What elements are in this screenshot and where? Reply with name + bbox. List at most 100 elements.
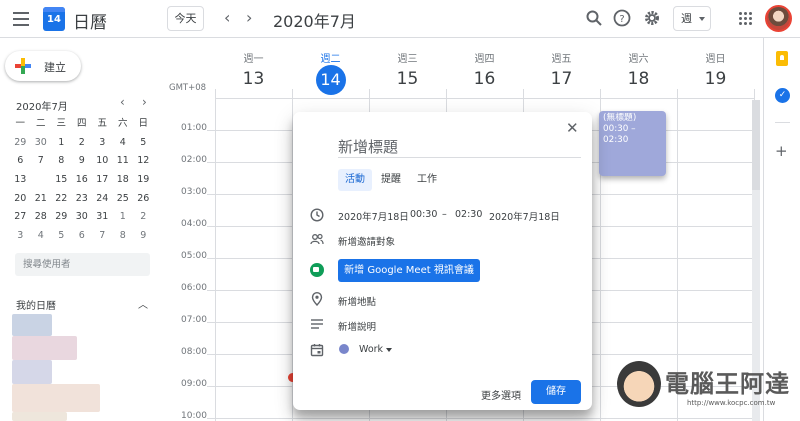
- mini-day[interactable]: 11: [113, 152, 134, 171]
- mini-day[interactable]: 16: [72, 171, 93, 190]
- mini-day[interactable]: 27: [10, 208, 31, 227]
- mini-day[interactable]: 4: [31, 227, 52, 246]
- mini-day[interactable]: 15: [51, 171, 72, 190]
- mini-day[interactable]: 9: [133, 227, 154, 246]
- day-header[interactable]: 週六 18: [600, 38, 677, 91]
- main-menu-icon[interactable]: [13, 12, 29, 26]
- next-week-icon[interactable]: ›: [246, 8, 252, 27]
- mini-prev-icon[interactable]: ‹: [120, 95, 125, 109]
- event-type-tab[interactable]: 提醒: [374, 169, 408, 191]
- chevron-up-icon[interactable]: ︿: [138, 296, 148, 311]
- mini-day[interactable]: 2: [72, 134, 93, 153]
- mini-day[interactable]: 17: [92, 171, 113, 190]
- mini-day[interactable]: 8: [51, 152, 72, 171]
- help-icon[interactable]: ?: [613, 9, 631, 27]
- calendar-list-item[interactable]: [12, 314, 52, 336]
- mini-day[interactable]: 20: [10, 190, 31, 209]
- event-type-tab[interactable]: 工作: [410, 169, 444, 191]
- mini-day[interactable]: 7: [92, 227, 113, 246]
- start-time[interactable]: 00:30: [410, 209, 437, 220]
- mini-day[interactable]: 13: [10, 171, 31, 190]
- mini-next-icon[interactable]: ›: [142, 95, 147, 109]
- calendar-list-item[interactable]: [12, 336, 77, 360]
- day-header[interactable]: 週二 14: [292, 38, 369, 95]
- mini-day[interactable]: 1: [51, 134, 72, 153]
- search-people-input[interactable]: 搜尋使用者: [15, 253, 150, 276]
- view-selector[interactable]: 週: [673, 6, 711, 31]
- event-title-input[interactable]: 新增標題: [338, 137, 581, 158]
- mini-day[interactable]: 9: [72, 152, 93, 171]
- day-header[interactable]: 週四 16: [446, 38, 523, 91]
- mini-day[interactable]: 12: [133, 152, 154, 171]
- mini-day[interactable]: 10: [92, 152, 113, 171]
- mini-day[interactable]: 5: [51, 227, 72, 246]
- search-icon[interactable]: [585, 9, 603, 27]
- day-number[interactable]: 16: [446, 67, 523, 91]
- end-date[interactable]: 2020年7月18日: [489, 209, 560, 223]
- mini-day[interactable]: 3: [10, 227, 31, 246]
- day-header[interactable]: 週五 17: [523, 38, 600, 91]
- mini-day[interactable]: 19: [133, 171, 154, 190]
- day-number[interactable]: 19: [677, 67, 754, 91]
- mini-day[interactable]: 23: [72, 190, 93, 209]
- keep-icon[interactable]: [776, 51, 788, 66]
- mini-day[interactable]: 5: [133, 134, 154, 153]
- mini-day[interactable]: 7: [31, 152, 52, 171]
- mini-day[interactable]: 29: [51, 208, 72, 227]
- mini-day[interactable]: 3: [92, 134, 113, 153]
- calendar-list-item[interactable]: [12, 384, 100, 412]
- chevron-down-icon[interactable]: [386, 348, 392, 352]
- mini-day[interactable]: 8: [113, 227, 134, 246]
- save-button[interactable]: 儲存: [531, 380, 581, 404]
- add-guests-field[interactable]: 新增邀請對象: [338, 234, 395, 248]
- mini-day[interactable]: 26: [133, 190, 154, 209]
- mini-week-row: 6 7 8 9 10 11 12: [10, 152, 154, 171]
- day-header[interactable]: 週日 19: [677, 38, 754, 91]
- start-date[interactable]: 2020年7月18日: [338, 209, 409, 223]
- mini-weekday-head: 四: [76, 118, 87, 129]
- mini-day[interactable]: 6: [10, 152, 31, 171]
- event-type-tab[interactable]: 活動: [338, 169, 372, 191]
- mini-day[interactable]: 28: [31, 208, 52, 227]
- scrollbar-thumb[interactable]: [752, 100, 760, 190]
- calendar-list-item[interactable]: [12, 360, 52, 384]
- mini-day[interactable]: 18: [113, 171, 134, 190]
- today-button[interactable]: 今天: [167, 6, 204, 31]
- mini-day[interactable]: 30: [31, 134, 52, 153]
- mini-day[interactable]: 25: [113, 190, 134, 209]
- mini-day[interactable]: 6: [72, 227, 93, 246]
- day-number[interactable]: 18: [600, 67, 677, 91]
- calendar-selector[interactable]: Work: [359, 344, 383, 355]
- mini-day[interactable]: 4: [113, 134, 134, 153]
- settings-gear-icon[interactable]: [643, 9, 661, 27]
- mini-day-today[interactable]: 14: [31, 171, 52, 190]
- add-description-field[interactable]: 新增說明: [338, 319, 376, 333]
- calendar-list-item[interactable]: [12, 412, 67, 421]
- mini-day[interactable]: 29: [10, 134, 31, 153]
- apps-grid-icon[interactable]: [739, 12, 752, 25]
- day-header[interactable]: 週一 13: [215, 38, 292, 91]
- account-avatar[interactable]: [765, 5, 792, 32]
- create-button[interactable]: 建立: [5, 51, 81, 81]
- mini-day[interactable]: 31: [92, 208, 113, 227]
- tasks-check-icon[interactable]: ✓: [775, 88, 790, 103]
- add-location-field[interactable]: 新增地點: [338, 294, 376, 308]
- more-options-button[interactable]: 更多選項: [481, 387, 521, 402]
- day-number[interactable]: 17: [523, 67, 600, 91]
- add-addon-plus-icon[interactable]: +: [775, 144, 788, 159]
- add-google-meet-button[interactable]: 新增 Google Meet 視訊會議: [338, 259, 480, 282]
- mini-day[interactable]: 21: [31, 190, 52, 209]
- prev-week-icon[interactable]: ‹: [224, 8, 230, 27]
- end-time[interactable]: 02:30: [455, 209, 482, 220]
- day-header[interactable]: 週三 15: [369, 38, 446, 91]
- mini-day[interactable]: 30: [72, 208, 93, 227]
- day-number[interactable]: 13: [215, 67, 292, 91]
- event-chip[interactable]: (無標題) 00:30 – 02:30: [599, 111, 666, 176]
- mini-day[interactable]: 24: [92, 190, 113, 209]
- day-number-today[interactable]: 14: [315, 65, 346, 95]
- mini-day[interactable]: 2: [133, 208, 154, 227]
- close-icon[interactable]: ✕: [566, 121, 579, 136]
- day-number[interactable]: 15: [369, 67, 446, 91]
- mini-day[interactable]: 1: [113, 208, 134, 227]
- mini-day[interactable]: 22: [51, 190, 72, 209]
